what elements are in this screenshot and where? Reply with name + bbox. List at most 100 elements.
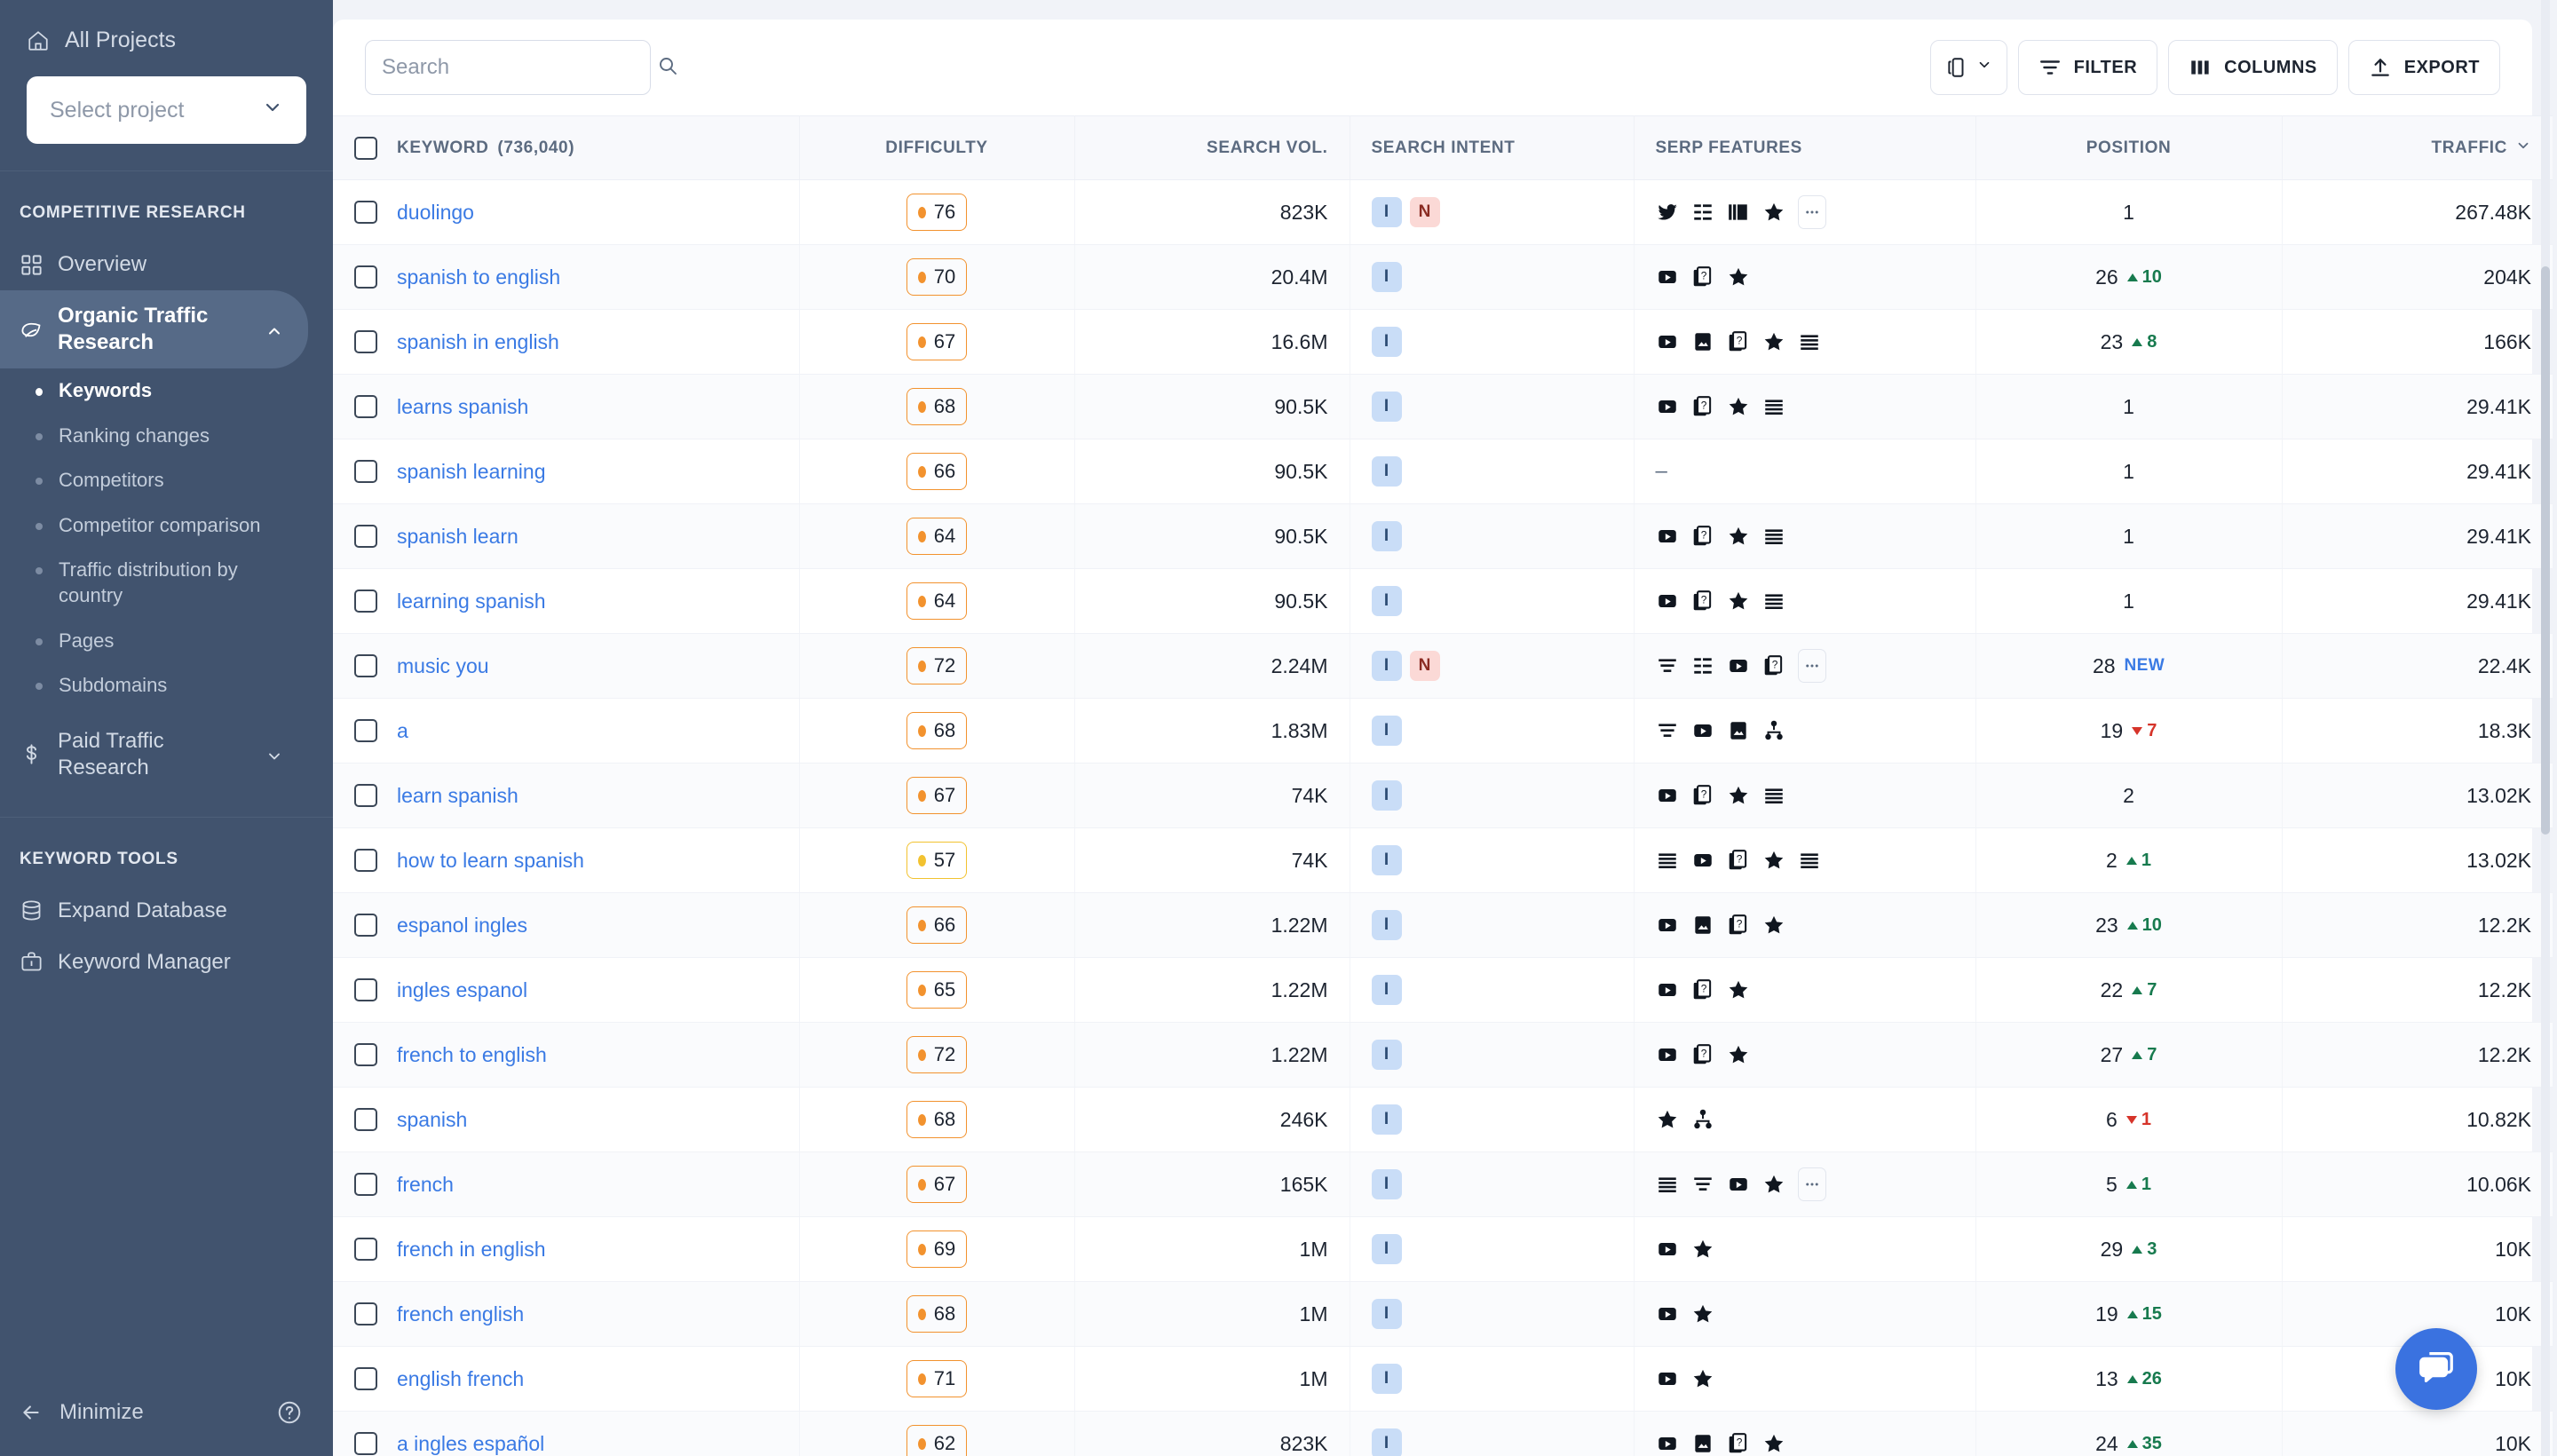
filter-button[interactable]: FILTER [2017,40,2158,95]
row-checkbox[interactable] [354,460,377,483]
serp-star-icon[interactable] [1727,784,1750,807]
keyword-link[interactable]: how to learn spanish [397,849,584,873]
serp-star-icon[interactable] [1762,1432,1785,1455]
keyword-link[interactable]: french in english [397,1238,546,1262]
serp-more-icon[interactable] [1797,1167,1826,1201]
serp-video-icon[interactable] [1656,1367,1679,1390]
table-row[interactable]: spanish 68 246K I 61 10.82K [333,1087,2553,1152]
column-header-serp-features[interactable]: SERP FEATURES [1634,115,1976,180]
serp-video-icon[interactable] [1727,654,1750,677]
keyword-link[interactable]: french [397,1173,454,1197]
serp-video-icon[interactable] [1656,1302,1679,1325]
keyword-link[interactable]: spanish learn [397,525,519,549]
keyword-link[interactable]: english french [397,1367,524,1391]
keyword-link[interactable]: french english [397,1302,524,1326]
serp-star-icon[interactable] [1691,1302,1714,1325]
serp-carousel-icon[interactable] [1727,201,1750,224]
serp-image-icon[interactable] [1691,330,1714,353]
sidebar-item-keyword-manager[interactable]: Keyword Manager [0,937,308,988]
serp-video-icon[interactable] [1691,849,1714,872]
columns-button[interactable]: COLUMNS [2168,40,2338,95]
serp-video-icon[interactable] [1656,265,1679,289]
serp-faq-icon[interactable]: ? [1762,654,1785,677]
serp-star-icon[interactable] [1762,330,1785,353]
table-row[interactable]: french english 68 1M I 19 15 10K [333,1281,2553,1347]
serp-faq-icon[interactable]: ? [1691,590,1714,613]
serp-image-icon[interactable] [1727,719,1750,742]
search-box[interactable] [365,40,677,95]
chat-support-button[interactable] [2395,1328,2477,1410]
serp-sitelinks-icon[interactable] [1762,719,1785,742]
row-checkbox[interactable] [354,784,377,807]
keyword-link[interactable]: spanish [397,1108,467,1132]
serp-lines-icon[interactable] [1762,525,1785,548]
vertical-scrollbar-thumb[interactable] [2541,266,2550,835]
serp-video-icon[interactable] [1656,1238,1679,1261]
keyword-link[interactable]: ingles espanol [397,978,527,1002]
row-checkbox[interactable] [354,590,377,613]
serp-star-icon[interactable] [1762,914,1785,937]
serp-video-icon[interactable] [1656,330,1679,353]
keyword-link[interactable]: a [397,719,408,743]
serp-align-icon[interactable] [1691,1173,1714,1196]
keyword-link[interactable]: espanol ingles [397,914,527,938]
keyword-link[interactable]: spanish to english [397,265,560,289]
keyword-link[interactable]: music you [397,654,489,678]
sidebar-item-expand-database[interactable]: Expand Database [0,885,308,937]
table-row[interactable]: espanol ingles 66 1.22M I ? 23 10 12.2K [333,892,2553,958]
table-row[interactable]: spanish learning 66 90.5K I – 1 29.41K [333,439,2553,504]
serp-faq-icon[interactable]: ? [1727,1432,1750,1455]
serp-faq-icon[interactable]: ? [1727,914,1750,937]
serp-lines-icon[interactable] [1656,1173,1679,1196]
sidebar-item-subdomains[interactable]: Subdomains [0,663,333,708]
serp-lines-icon[interactable] [1762,784,1785,807]
select-all-checkbox[interactable] [354,136,377,160]
table-row[interactable]: french 67 165K I 51 10.06K [333,1151,2553,1217]
table-row[interactable]: french to english 72 1.22M I ? 27 7 12.2K [333,1022,2553,1088]
serp-align-icon[interactable] [1656,719,1679,742]
row-checkbox[interactable] [354,525,377,548]
row-checkbox[interactable] [354,265,377,289]
table-row[interactable]: spanish learn 64 90.5K I ? 1 29.41K [333,503,2553,569]
table-row[interactable]: spanish to english 70 20.4M I ? 26 10 204… [333,244,2553,310]
row-checkbox[interactable] [354,654,377,677]
row-checkbox[interactable] [354,1302,377,1325]
serp-faq-icon[interactable]: ? [1727,849,1750,872]
serp-faq-icon[interactable]: ? [1691,265,1714,289]
column-header-search-volume[interactable]: SEARCH VOL. [1074,115,1350,180]
serp-more-icon[interactable] [1797,649,1826,683]
table-row[interactable]: ingles espanol 65 1.22M I ? 22 7 12.2K [333,957,2553,1023]
serp-faq-icon[interactable]: ? [1691,978,1714,1001]
serp-video-icon[interactable] [1656,1432,1679,1455]
serp-faq-icon[interactable]: ? [1727,330,1750,353]
serp-star-icon[interactable] [1727,265,1750,289]
row-checkbox[interactable] [354,201,377,224]
row-checkbox[interactable] [354,1043,377,1066]
search-input[interactable] [382,55,657,80]
column-header-traffic[interactable]: TRAFFIC [2282,115,2553,180]
serp-star-icon[interactable] [1727,978,1750,1001]
serp-star-icon[interactable] [1762,201,1785,224]
serp-align-icon[interactable] [1656,654,1679,677]
keyword-link[interactable]: learning spanish [397,590,546,613]
serp-lines-icon[interactable] [1762,395,1785,418]
keyword-link[interactable]: learns spanish [397,395,528,419]
serp-star-icon[interactable] [1727,590,1750,613]
column-header-search-intent[interactable]: SEARCH INTENT [1350,115,1635,180]
serp-faq-icon[interactable]: ? [1691,1043,1714,1066]
serp-star-icon[interactable] [1727,525,1750,548]
serp-star-icon[interactable] [1762,849,1785,872]
serp-sitelinks-icon[interactable] [1691,1108,1714,1131]
serp-video-icon[interactable] [1656,784,1679,807]
device-selector-button[interactable] [1929,40,2007,95]
sidebar-item-keywords[interactable]: Keywords [0,368,333,414]
row-checkbox[interactable] [354,849,377,872]
serp-star-icon[interactable] [1727,1043,1750,1066]
serp-video-icon[interactable] [1691,719,1714,742]
serp-video-icon[interactable] [1656,1043,1679,1066]
sidebar-item-pages[interactable]: Pages [0,619,333,664]
serp-list-stack-icon[interactable] [1691,654,1714,677]
row-checkbox[interactable] [354,1238,377,1261]
column-header-difficulty[interactable]: DIFFICULTY [799,115,1075,180]
row-checkbox[interactable] [354,395,377,418]
